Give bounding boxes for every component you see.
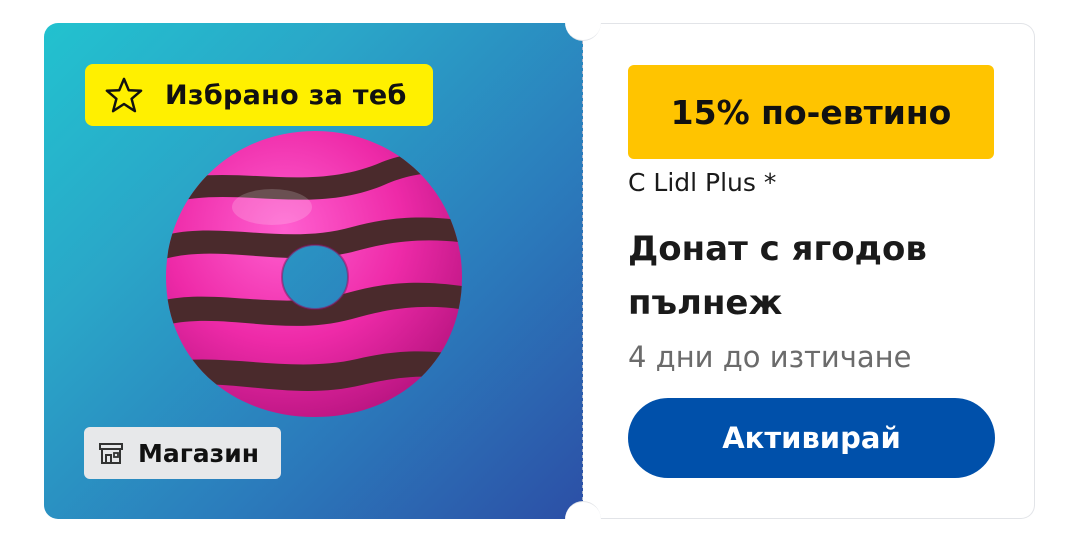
selected-for-you-badge: Избрано за теб bbox=[85, 64, 433, 126]
store-icon bbox=[99, 443, 123, 464]
discount-badge: 15% по-евтино bbox=[628, 65, 994, 159]
star-icon bbox=[105, 77, 143, 113]
selected-for-you-label: Избрано за теб bbox=[165, 79, 407, 111]
strawberry-donut-image bbox=[166, 131, 462, 417]
coupon-image-panel: Избрано за теб Магазин bbox=[44, 23, 583, 519]
store-label: Магазин bbox=[138, 438, 259, 468]
coupon-card[interactable]: Избрано за теб Магазин 15% по-евтино С L… bbox=[44, 4, 1036, 538]
lidl-plus-note: С Lidl Plus * bbox=[628, 168, 777, 197]
activate-button[interactable]: Активирай bbox=[628, 398, 995, 478]
expiry-text: 4 дни до изтичане bbox=[628, 340, 912, 374]
coupon-notch-top bbox=[565, 4, 601, 41]
product-name: Донат с ягодов пълнеж bbox=[628, 229, 927, 323]
coupon-notch-bottom bbox=[565, 501, 601, 538]
store-badge: Магазин bbox=[84, 427, 281, 479]
coupon-details-panel: 15% по-евтино С Lidl Plus * Донат с ягод… bbox=[583, 23, 1035, 519]
